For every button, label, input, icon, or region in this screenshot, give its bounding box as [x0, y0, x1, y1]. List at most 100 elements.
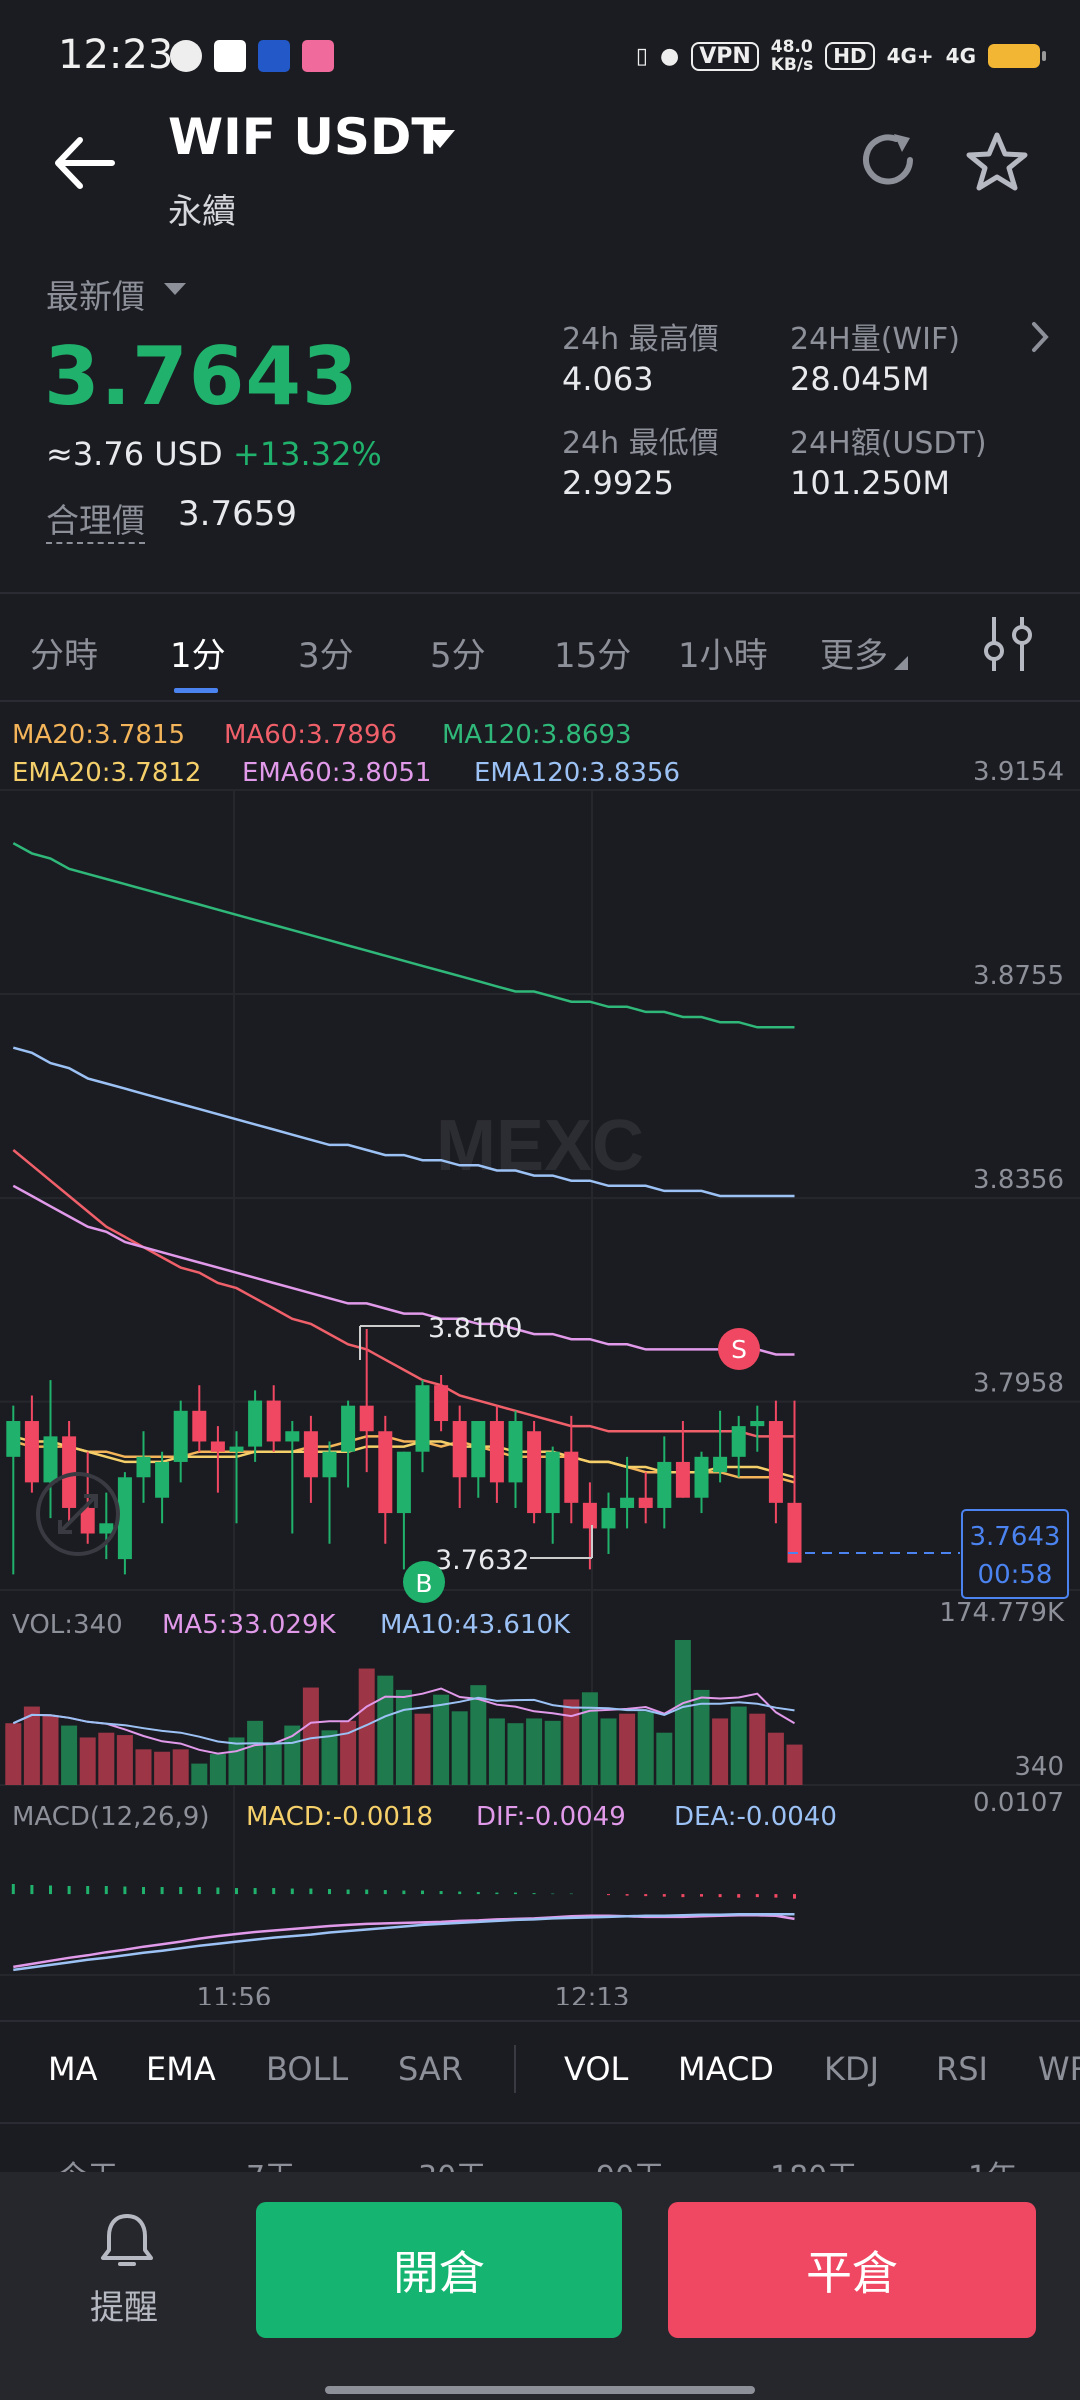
candle-body: [173, 1410, 188, 1462]
indicator-tab-rsi[interactable]: RSI: [936, 2050, 988, 2088]
y-tick-label: 3.9154: [973, 757, 1064, 787]
indicator-tab-kdj[interactable]: KDJ: [824, 2050, 879, 2088]
tab-timeframe-active[interactable]: 1分: [170, 628, 226, 677]
candle-body: [192, 1410, 207, 1442]
volume-bar: [433, 1694, 450, 1785]
ema120-line: [12, 1046, 795, 1198]
y-tick-label: 3.8755: [973, 961, 1064, 991]
legend-ema120: EMA120:3.8356: [474, 758, 681, 788]
sell-marker-label: S: [731, 1335, 747, 1364]
candle-body: [675, 1461, 690, 1498]
tab-timeframe[interactable]: 分時: [30, 628, 98, 677]
chevron-right-icon[interactable]: [1030, 320, 1050, 354]
x-tick-label: 11:56: [197, 1983, 272, 2005]
tab-timeframe[interactable]: 1小時: [678, 628, 768, 677]
open-position-button[interactable]: 開倉: [256, 2202, 622, 2338]
pair-dropdown-icon[interactable]: [425, 130, 455, 148]
candle-body: [359, 1405, 374, 1432]
dif-value: DIF:-0.0049: [476, 1802, 626, 1832]
indicator-tab-vol[interactable]: VOL: [564, 2050, 628, 2088]
volume-bar: [767, 1732, 784, 1785]
vol-max-label: 174.779K: [939, 1598, 1064, 1628]
indicator-tab-wr[interactable]: WR: [1038, 2050, 1080, 2088]
latest-price-label[interactable]: 最新價: [46, 270, 145, 318]
pair-title[interactable]: WIF USDT: [168, 108, 446, 166]
indicator-lines: [12, 842, 795, 1484]
macd-title: MACD(12,26,9): [12, 1802, 210, 1832]
volume-bar: [544, 1720, 561, 1785]
ema60-line: [12, 1184, 795, 1356]
low-marker-label: 3.7632: [435, 1545, 529, 1576]
volume-bar: [247, 1720, 264, 1785]
volume-bar: [414, 1713, 431, 1785]
fair-price-label[interactable]: 合理價: [46, 494, 145, 544]
volume-bar: [302, 1687, 319, 1785]
fair-price-value: 3.7659: [178, 494, 297, 534]
candle-body: [229, 1446, 244, 1452]
legend-ema60: EMA60:3.8051: [242, 758, 432, 788]
volume-bar: [61, 1725, 78, 1785]
indicator-tab-macd[interactable]: MACD: [678, 2050, 774, 2088]
y-tick-label: 3.8356: [973, 1165, 1064, 1195]
legend-ema20: EMA20:3.7812: [12, 758, 202, 788]
vol-legend: VOL:340: [12, 1610, 123, 1640]
legend-ma20: MA20:3.7815: [12, 720, 186, 750]
tab-timeframe[interactable]: 15分: [554, 628, 631, 677]
favorite-star-icon[interactable]: [964, 130, 1030, 196]
candle-body: [750, 1421, 765, 1427]
ma120-line: [12, 842, 795, 1029]
last-price: 3.7643: [44, 330, 359, 423]
candle-body: [24, 1421, 39, 1483]
candle-body: [638, 1497, 653, 1508]
candle-body: [99, 1523, 114, 1534]
volume-bar: [600, 1718, 617, 1785]
close-position-button[interactable]: 平倉: [668, 2202, 1036, 2338]
volume-bar: [712, 1718, 729, 1785]
person-icon: ●: [659, 43, 680, 69]
bell-icon[interactable]: [98, 2210, 156, 2272]
signal-icon: 4G: [945, 44, 976, 68]
divider: [0, 700, 1080, 702]
indicator-tab-boll[interactable]: BOLL: [266, 2050, 348, 2088]
volume-bar: [98, 1732, 115, 1785]
stat-value: 4.063: [562, 360, 654, 398]
home-indicator[interactable]: [325, 2386, 755, 2394]
candle-body: [210, 1441, 225, 1452]
candle-body: [62, 1436, 77, 1508]
back-arrow-icon[interactable]: [50, 128, 120, 198]
candle-body: [43, 1436, 58, 1483]
alert-label[interactable]: 提醒: [90, 2280, 158, 2329]
status-bar: 12:23 ▯ ● VPN 48.0 KB/s HD 4G+ 4G: [0, 0, 1080, 110]
macd-value: MACD:-0.0018: [246, 1802, 434, 1832]
y-axis-labels: 3.9154 3.8755 3.8356 3.7958: [973, 757, 1064, 1399]
indicator-tab-ema[interactable]: EMA: [146, 2050, 216, 2088]
chart-settings-icon[interactable]: [980, 615, 1036, 673]
candle-body: [341, 1405, 356, 1452]
candle-body: [396, 1451, 411, 1514]
candle-body: [303, 1431, 318, 1478]
vol-ma5: MA5:33.029K: [162, 1610, 336, 1640]
candle-body: [117, 1477, 132, 1560]
divider: [0, 592, 1080, 594]
vol-ma10: MA10:43.610K: [380, 1610, 571, 1640]
tab-more[interactable]: 更多: [820, 628, 888, 677]
browser-icon: [170, 40, 202, 72]
contract-type: 永續: [168, 192, 236, 232]
status-indicators: ▯ ● VPN 48.0 KB/s HD 4G+ 4G: [636, 36, 1046, 76]
share-refresh-icon[interactable]: [858, 130, 920, 192]
candles: [6, 1328, 802, 1575]
stat-label: 24h 最低價: [562, 426, 719, 461]
volume-bar: [191, 1763, 208, 1785]
volume-bar: [5, 1723, 22, 1785]
chevron-down-icon[interactable]: [164, 283, 186, 295]
volume-bar: [786, 1744, 803, 1785]
indicator-tab-ma[interactable]: MA: [48, 2050, 98, 2088]
approx-usd: ≈3.76 USD: [46, 435, 223, 473]
tab-timeframe[interactable]: 5分: [430, 628, 486, 677]
tab-timeframe[interactable]: 3分: [298, 628, 354, 677]
candle-body: [657, 1461, 672, 1508]
indicator-tab-sar[interactable]: SAR: [398, 2050, 463, 2088]
y-tick-label: 3.7958: [973, 1369, 1064, 1399]
volume-bar: [451, 1711, 468, 1785]
more-caret-icon: [894, 656, 908, 670]
